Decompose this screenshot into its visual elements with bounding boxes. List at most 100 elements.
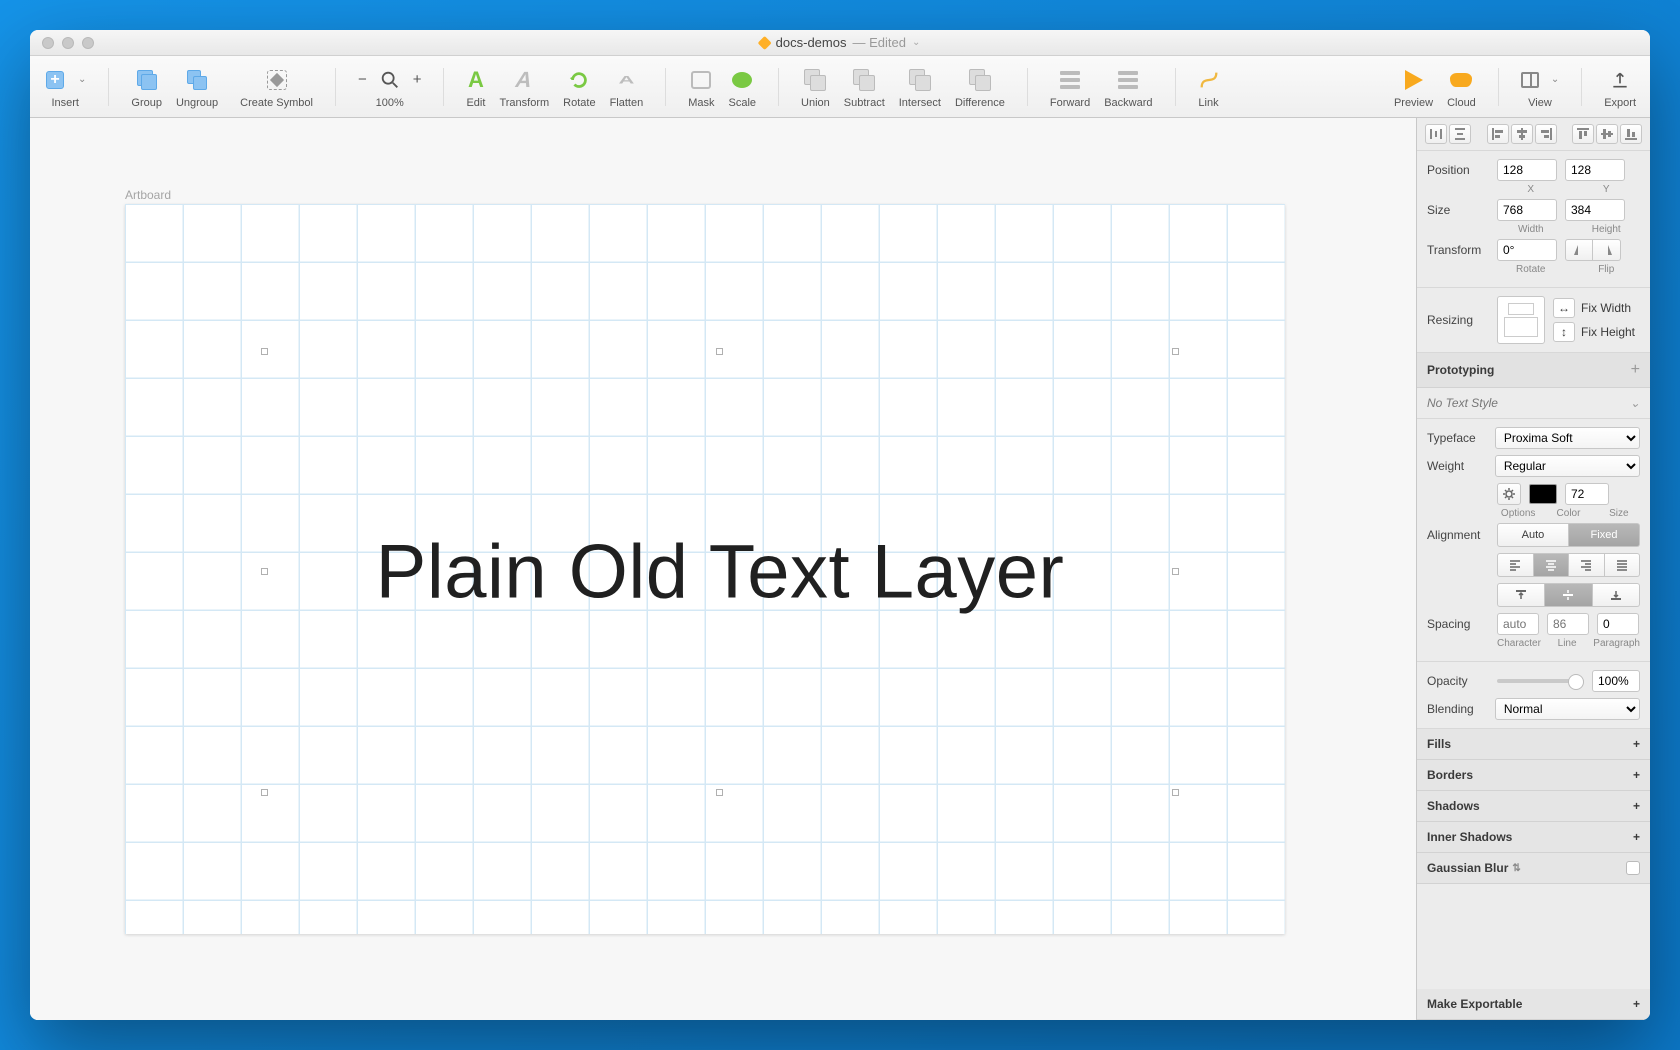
valign-bottom-button[interactable] bbox=[1593, 583, 1640, 607]
minimize-button[interactable] bbox=[62, 37, 74, 49]
handle-middle-right[interactable] bbox=[1172, 568, 1179, 575]
handle-top-left[interactable] bbox=[261, 348, 268, 355]
typeface-select[interactable]: Proxima Soft bbox=[1495, 427, 1640, 449]
text-style-dropdown[interactable]: No Text Style⌄ bbox=[1417, 388, 1650, 419]
position-y-input[interactable] bbox=[1565, 159, 1625, 181]
height-input[interactable] bbox=[1565, 199, 1625, 221]
artboard-label[interactable]: Artboard bbox=[125, 188, 171, 202]
close-button[interactable] bbox=[42, 37, 54, 49]
union-button[interactable]: Union bbox=[801, 65, 830, 109]
flip-v-button[interactable] bbox=[1593, 239, 1621, 261]
prototyping-header[interactable]: Prototyping+ bbox=[1417, 353, 1650, 388]
paragraph-spacing-input[interactable] bbox=[1597, 613, 1639, 635]
export-button[interactable]: Export bbox=[1604, 65, 1636, 109]
align-bottom-button[interactable] bbox=[1620, 124, 1642, 144]
transform-button[interactable]: ATransform bbox=[499, 65, 549, 109]
scale-button[interactable]: Scale bbox=[729, 65, 757, 109]
fix-width-button[interactable]: ↔ bbox=[1553, 298, 1575, 318]
intersect-icon bbox=[909, 69, 931, 91]
flip-h-button[interactable] bbox=[1565, 239, 1593, 261]
font-size-input[interactable] bbox=[1565, 483, 1609, 505]
text-align-left-button[interactable] bbox=[1497, 553, 1534, 577]
create-symbol-button[interactable]: Create Symbol bbox=[240, 65, 313, 109]
handle-bottom-middle[interactable] bbox=[716, 789, 723, 796]
preview-button[interactable]: Preview bbox=[1394, 65, 1433, 109]
link-button[interactable]: Link bbox=[1198, 65, 1220, 109]
zoom-control[interactable]: − + 100% bbox=[358, 65, 422, 109]
handle-top-right[interactable] bbox=[1172, 348, 1179, 355]
handle-middle-left[interactable] bbox=[261, 568, 268, 575]
handle-bottom-right[interactable] bbox=[1172, 789, 1179, 796]
blur-checkbox[interactable] bbox=[1626, 861, 1640, 875]
add-shadow-button[interactable]: + bbox=[1633, 799, 1640, 813]
valign-top-button[interactable] bbox=[1497, 583, 1545, 607]
intersect-button[interactable]: Intersect bbox=[899, 65, 941, 109]
artboard[interactable]: Plain Old Text Layer bbox=[125, 204, 1285, 934]
subtract-icon bbox=[853, 69, 875, 91]
canvas[interactable]: Artboard Plain Old Text Layer bbox=[30, 118, 1416, 1020]
width-input[interactable] bbox=[1497, 199, 1557, 221]
text-align-right-button[interactable] bbox=[1569, 553, 1605, 577]
ungroup-button[interactable]: Ungroup bbox=[176, 65, 218, 109]
rotate-button[interactable]: Rotate bbox=[563, 65, 595, 109]
text-layer[interactable]: Plain Old Text Layer bbox=[376, 529, 1065, 616]
add-export-button[interactable]: + bbox=[1633, 997, 1640, 1011]
inner-shadows-header[interactable]: Inner Shadows+ bbox=[1417, 822, 1650, 853]
add-prototype-button[interactable]: + bbox=[1631, 361, 1640, 379]
view-button[interactable]: ⌄View bbox=[1521, 65, 1559, 109]
opacity-input[interactable] bbox=[1592, 670, 1640, 692]
group-button[interactable]: Group bbox=[131, 65, 162, 109]
fix-height-button[interactable]: ↕ bbox=[1553, 322, 1575, 342]
character-spacing-input[interactable] bbox=[1497, 613, 1539, 635]
align-right-button[interactable] bbox=[1535, 124, 1557, 144]
distribute-v-button[interactable] bbox=[1449, 124, 1471, 144]
fills-header[interactable]: Fills+ bbox=[1417, 729, 1650, 760]
align-center-h-button[interactable] bbox=[1511, 124, 1533, 144]
mask-button[interactable]: Mask bbox=[688, 65, 714, 109]
selection-bounds[interactable]: Plain Old Text Layer bbox=[265, 352, 1175, 792]
text-color-swatch[interactable] bbox=[1529, 484, 1557, 504]
line-spacing-input[interactable] bbox=[1547, 613, 1589, 635]
forward-button[interactable]: Forward bbox=[1050, 65, 1090, 109]
align-left-button[interactable] bbox=[1487, 124, 1509, 144]
forward-icon bbox=[1060, 71, 1080, 89]
document-title[interactable]: docs-demos — Edited ⌄ bbox=[760, 35, 921, 50]
resizing-constraints[interactable] bbox=[1497, 296, 1545, 344]
valign-middle-button[interactable] bbox=[1545, 583, 1592, 607]
insert-button[interactable]: +⌄ Insert bbox=[44, 65, 86, 109]
difference-button[interactable]: Difference bbox=[955, 65, 1005, 109]
add-fill-button[interactable]: + bbox=[1633, 737, 1640, 751]
add-border-button[interactable]: + bbox=[1633, 768, 1640, 782]
subtract-button[interactable]: Subtract bbox=[844, 65, 885, 109]
align-top-button[interactable] bbox=[1572, 124, 1594, 144]
blending-select[interactable]: Normal bbox=[1495, 698, 1640, 720]
gaussian-blur-header[interactable]: Gaussian Blur⇅ bbox=[1417, 853, 1650, 884]
flatten-button[interactable]: AFlatten bbox=[610, 65, 644, 109]
handle-top-middle[interactable] bbox=[716, 348, 723, 355]
alignment-auto-button[interactable]: Auto bbox=[1497, 523, 1569, 547]
zoom-button[interactable] bbox=[82, 37, 94, 49]
text-align-justify-button[interactable] bbox=[1605, 553, 1641, 577]
alignment-fixed-button[interactable]: Fixed bbox=[1569, 523, 1640, 547]
shadows-header[interactable]: Shadows+ bbox=[1417, 791, 1650, 822]
weight-select[interactable]: Regular bbox=[1495, 455, 1640, 477]
difference-icon bbox=[969, 69, 991, 91]
zoom-out-button[interactable]: − bbox=[358, 71, 367, 88]
add-inner-shadow-button[interactable]: + bbox=[1633, 830, 1640, 844]
handle-bottom-left[interactable] bbox=[261, 789, 268, 796]
opacity-slider[interactable] bbox=[1497, 679, 1584, 683]
cloud-button[interactable]: Cloud bbox=[1447, 65, 1476, 109]
text-align-center-button[interactable] bbox=[1534, 553, 1570, 577]
edit-icon: A bbox=[468, 67, 484, 93]
text-options-button[interactable] bbox=[1497, 483, 1521, 505]
distribute-h-button[interactable] bbox=[1425, 124, 1447, 144]
backward-icon bbox=[1118, 71, 1138, 89]
backward-button[interactable]: Backward bbox=[1104, 65, 1152, 109]
rotate-input[interactable] bbox=[1497, 239, 1557, 261]
align-center-v-button[interactable] bbox=[1596, 124, 1618, 144]
position-x-input[interactable] bbox=[1497, 159, 1557, 181]
zoom-in-button[interactable]: + bbox=[413, 71, 422, 88]
edit-button[interactable]: AEdit bbox=[466, 65, 485, 109]
borders-header[interactable]: Borders+ bbox=[1417, 760, 1650, 791]
make-exportable-header[interactable]: Make Exportable+ bbox=[1417, 989, 1650, 1020]
